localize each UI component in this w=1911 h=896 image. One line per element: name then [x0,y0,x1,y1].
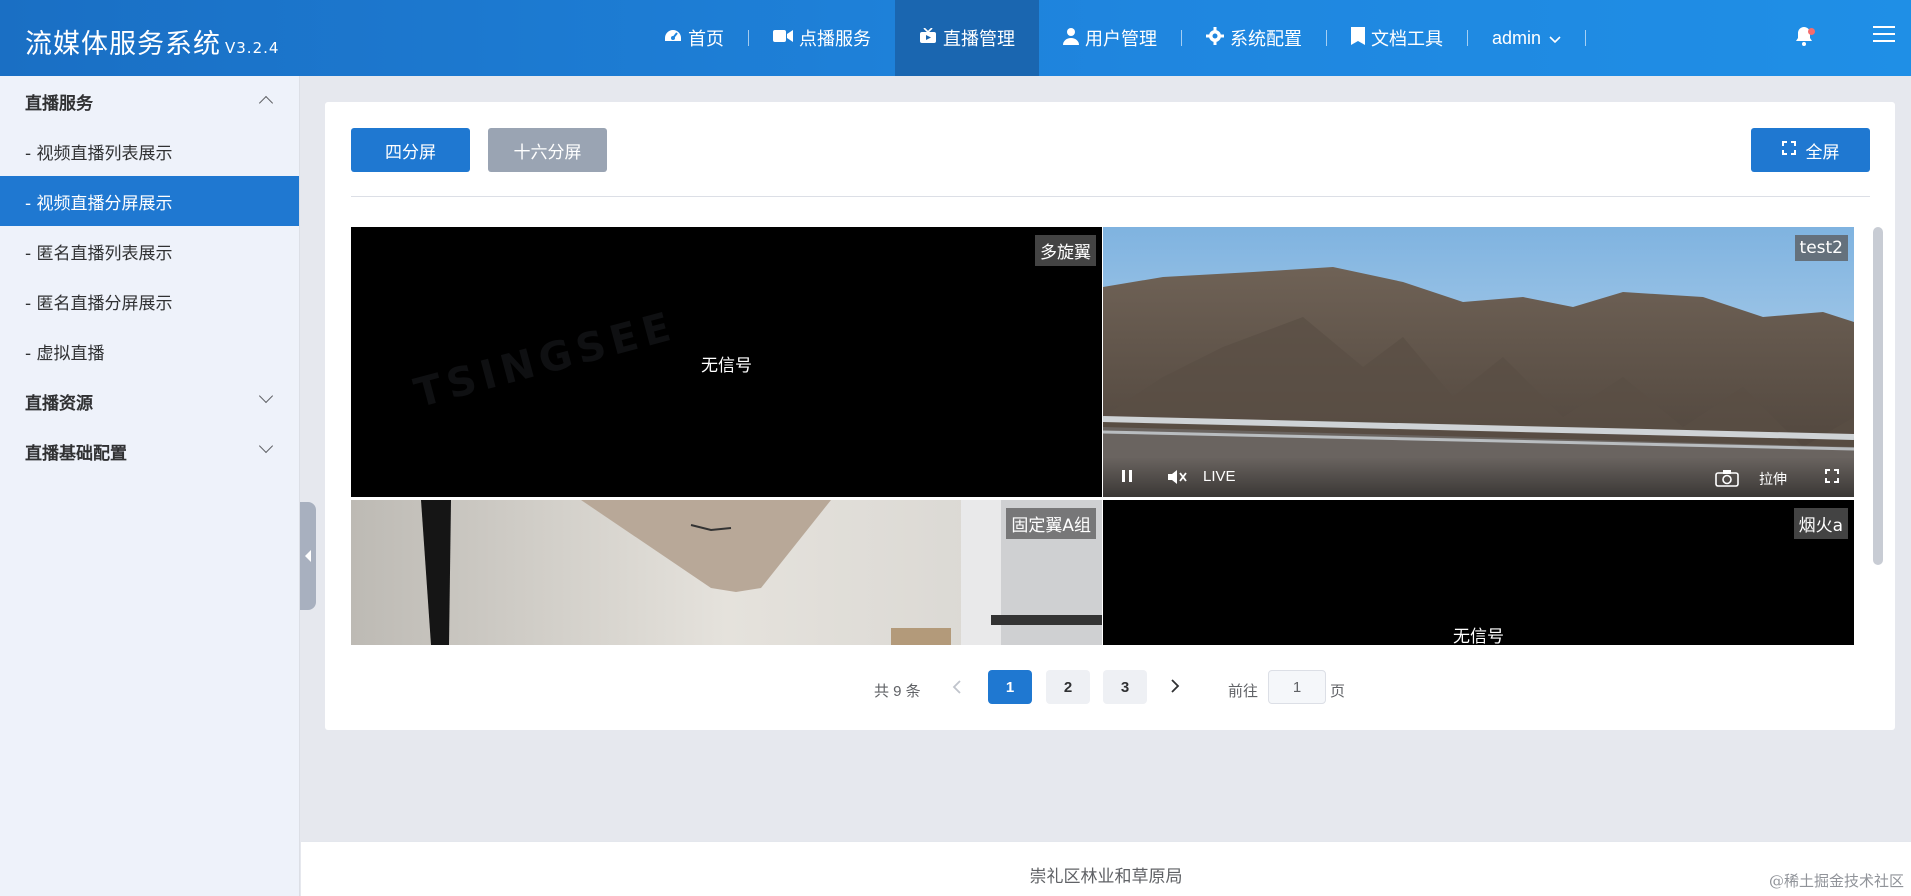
sidebar-group-live-resources[interactable]: 直播资源 [0,376,299,426]
stream-name-badge: 多旋翼 [1035,235,1096,266]
page-suffix: 页 [1330,683,1346,700]
video-player[interactable]: test2 LIVE 拉伸 [1103,227,1854,497]
toolbar-divider [351,196,1870,197]
live-tv-icon [919,26,937,49]
sidebar: 直播服务 - 视频直播列表展示 - 视频直播分屏展示 - 匿名直播列表展示 - … [0,76,300,896]
video-camera-icon [773,28,793,48]
fullscreen-icon[interactable] [1825,469,1839,487]
footer-organization: 崇礼区林业和草原局 [1029,867,1183,887]
video-player[interactable]: 无信号 烟火a [1103,500,1854,645]
notification-button[interactable] [1795,26,1815,52]
page-button[interactable]: 2 [1046,670,1090,704]
sidebar-item-virtual-live[interactable]: - 虚拟直播 [0,326,299,376]
prev-page-button[interactable] [952,679,962,700]
stream-name-badge: 烟火a [1793,508,1848,539]
nav-home[interactable]: 首页 [640,0,748,76]
pause-icon[interactable] [1121,469,1133,487]
sidebar-group-label: 直播资源 [25,393,93,414]
pagination: 共 9 条 1 2 3 前往 页 [325,670,1895,706]
sixteen-screen-button[interactable]: 十六分屏 [488,128,607,172]
app-version: V3.2.4 [225,39,280,57]
chevron-down-icon [258,438,274,454]
user-icon [1063,27,1079,50]
sidebar-item-anon-live-split[interactable]: - 匿名直播分屏展示 [0,276,299,326]
nav-live-label: 直播管理 [943,29,1015,50]
video-player[interactable]: 固定翼A组 [351,500,1102,645]
split-screen-panel: 四分屏 十六分屏 全屏 TSINGSEE 无信号 多旋翼 test2 LIVE … [325,102,1895,730]
goto-label: 前往 [1228,683,1259,700]
sidebar-group-live-service[interactable]: 直播服务 [0,76,299,126]
nav-config-label: 系统配置 [1230,29,1302,50]
nav-home-label: 首页 [688,29,724,50]
username: admin [1492,27,1542,48]
no-signal-text: 无信号 [701,356,752,376]
nav-vod[interactable]: 点播服务 [749,0,895,76]
video-player[interactable]: TSINGSEE 无信号 多旋翼 [351,227,1102,497]
chevron-down-icon [1549,28,1561,49]
stream-name-badge: 固定翼A组 [1006,508,1096,539]
nav-doc-label: 文档工具 [1371,29,1443,50]
nav-vod-label: 点播服务 [799,29,871,50]
sidebar-collapse-handle[interactable] [300,502,316,610]
sidebar-group-label: 直播服务 [25,93,93,114]
footer: 崇礼区林业和草原局 @稀土掘金技术社区 [301,841,1911,896]
nav-divider [1585,30,1587,46]
app-brand: 流媒体服务系统 V3.2.4 [25,22,279,61]
quad-screen-button[interactable]: 四分屏 [351,128,470,172]
page-button[interactable]: 1 [988,670,1032,704]
notification-dot [1808,28,1815,35]
sidebar-item-video-live-split[interactable]: - 视频直播分屏展示 [0,176,299,226]
sidebar-item-video-live-list[interactable]: - 视频直播列表展示 [0,126,299,176]
user-dropdown[interactable]: admin [1468,0,1585,76]
gear-icon [1206,26,1224,50]
grid-scrollbar[interactable] [1873,227,1883,565]
bookmark-icon [1351,26,1365,50]
sidebar-group-label: 直播基础配置 [25,443,127,464]
fullscreen-label: 全屏 [1805,142,1840,163]
main-nav: 首页 点播服务 直播管理 用户管理 系统配置 文档工具 admin [640,0,1587,76]
camera-snapshot-icon[interactable] [1715,469,1739,491]
footer-credit: @稀土掘金技术社区 [1768,872,1904,890]
player-controls: LIVE 拉伸 [1103,457,1854,497]
no-signal-text: 无信号 [1453,627,1504,645]
goto-page-input[interactable] [1268,670,1326,704]
nav-live-management[interactable]: 直播管理 [895,0,1039,76]
fullscreen-button[interactable]: 全屏 [1751,128,1870,172]
pagination-total: 共 9 条 [874,683,921,700]
hamburger-menu-icon[interactable] [1873,26,1895,44]
sidebar-group-live-basic-config[interactable]: 直播基础配置 [0,426,299,476]
nav-doc-tools[interactable]: 文档工具 [1327,0,1467,76]
indoor-video-frame [351,500,1102,645]
top-header: 流媒体服务系统 V3.2.4 首页 点播服务 直播管理 用户管理 系统配置 文档… [0,0,1911,76]
next-page-button[interactable] [1170,678,1180,699]
chevron-up-icon [258,95,274,111]
stream-name-badge: test2 [1794,235,1848,261]
sidebar-item-anon-live-list[interactable]: - 匿名直播列表展示 [0,226,299,276]
nav-user-management[interactable]: 用户管理 [1039,0,1181,76]
dashboard-icon [664,28,682,49]
nav-user-label: 用户管理 [1085,29,1157,50]
expand-icon [1781,141,1796,159]
app-title: 流媒体服务系统 [25,29,221,60]
player-grid: TSINGSEE 无信号 多旋翼 test2 LIVE 拉伸 固定翼A组 无信号… [351,227,1854,645]
stretch-toggle[interactable]: 拉伸 [1759,469,1787,489]
page-button[interactable]: 3 [1103,670,1147,704]
nav-system-config[interactable]: 系统配置 [1182,0,1326,76]
chevron-down-icon [258,388,274,404]
live-indicator: LIVE [1203,468,1236,485]
mute-icon[interactable] [1167,469,1187,489]
